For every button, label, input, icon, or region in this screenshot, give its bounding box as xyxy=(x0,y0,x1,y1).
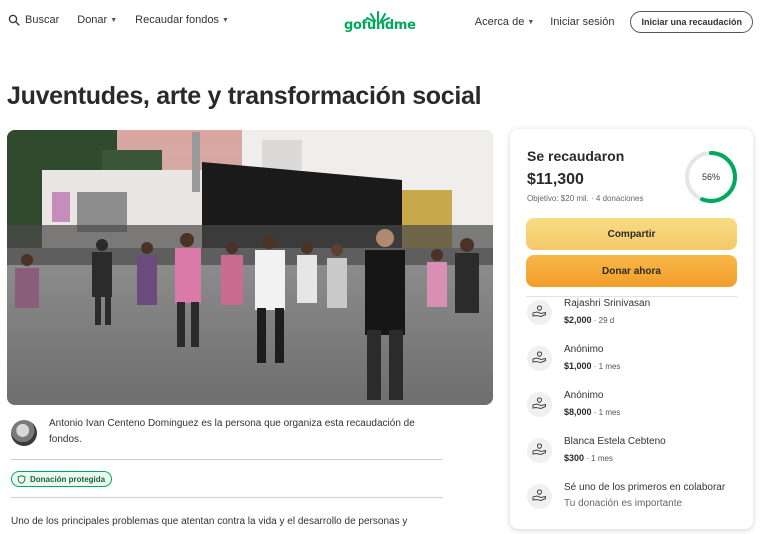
donation-card: Se recaudaron $11,300 Objetivo: $20 mil.… xyxy=(510,129,753,529)
donation-amount: $1,000 xyxy=(564,361,592,371)
donation-meta: $1,000 · 1 mes xyxy=(564,361,621,371)
search-link[interactable]: Buscar xyxy=(8,14,59,26)
donation-amount: $8,000 xyxy=(564,407,592,417)
donor-hands-icon xyxy=(527,392,552,417)
donor-name: Anónimo xyxy=(564,390,604,401)
protected-donation-badge[interactable]: Donación protegida xyxy=(11,471,113,487)
donation-amount: $2,000 xyxy=(564,315,592,325)
chevron-down-icon: ▼ xyxy=(110,16,118,24)
donor-hands-icon xyxy=(527,484,552,509)
divider xyxy=(11,459,443,460)
donate-now-button[interactable]: Donar ahora xyxy=(526,255,737,287)
donor-name: Rajashri Srinivasan xyxy=(564,298,651,309)
donate-menu[interactable]: Donar ▼ xyxy=(77,14,117,26)
donate-menu-label: Donar xyxy=(77,14,108,26)
about-menu-label: Acerca de xyxy=(474,16,525,28)
shield-icon xyxy=(17,474,26,484)
donation-item: Blanca Estela Cebteno $300 · 1 mes xyxy=(527,436,742,472)
fundraise-menu-label: Recaudar fondos xyxy=(135,14,219,26)
donor-hands-icon xyxy=(527,438,552,463)
divider xyxy=(526,296,737,297)
share-button[interactable]: Compartir xyxy=(526,218,737,250)
fundraise-menu[interactable]: Recaudar fondos ▼ xyxy=(135,14,229,26)
about-menu[interactable]: Acerca de ▼ xyxy=(475,16,534,28)
campaign-story: Uno de los principales problemas que ate… xyxy=(11,516,408,527)
raised-label: Se recaudaron xyxy=(527,148,625,164)
hero-photo xyxy=(7,130,493,405)
donation-time: 1 mes xyxy=(591,454,613,463)
progress-percent: 56% xyxy=(701,172,720,182)
search-label: Buscar xyxy=(25,14,60,26)
gofundme-logo[interactable]: gofundme xyxy=(344,10,418,36)
donation-meta: $2,000 · 29 d xyxy=(564,315,615,325)
donor-hands-icon xyxy=(527,346,552,371)
donation-time: 29 d xyxy=(598,316,615,325)
donor-name: Anónimo xyxy=(564,344,604,355)
donor-hands-icon xyxy=(527,300,552,325)
cta-title: Sé uno de los primeros en colaborar xyxy=(564,482,726,493)
chevron-down-icon: ▼ xyxy=(527,18,535,26)
goal-text: Objetivo: $20 mil. · 4 donaciones xyxy=(527,194,644,203)
login-label: Iniciar sesión xyxy=(550,16,615,28)
nav-right: Acerca de ▼ Iniciar sesión Iniciar una r… xyxy=(475,11,753,33)
donation-time: 1 mes xyxy=(598,408,621,417)
logo-text: gofundme xyxy=(344,18,416,33)
search-icon xyxy=(8,14,20,26)
organizer-avatar[interactable] xyxy=(11,420,37,446)
chevron-down-icon: ▼ xyxy=(221,16,229,24)
donation-meta: $8,000 · 1 mes xyxy=(564,407,621,417)
donation-amount: $300 xyxy=(564,453,585,463)
donation-item: Anónimo $8,000 · 1 mes xyxy=(527,390,742,426)
donation-item: Anónimo $1,000 · 1 mes xyxy=(527,344,742,380)
page-title: Juventudes, arte y transformación social xyxy=(7,82,482,110)
first-donor-cta[interactable]: Sé uno de los primeros en colaborar Tu d… xyxy=(527,482,742,518)
start-fundraiser-button[interactable]: Iniciar una recaudación xyxy=(630,11,753,33)
donation-time: 1 mes xyxy=(598,362,621,371)
campaign-hero-image[interactable] xyxy=(7,130,493,405)
cta-subtitle: Tu donación es importante xyxy=(564,498,683,509)
divider xyxy=(11,497,443,498)
donor-name: Blanca Estela Cebteno xyxy=(564,436,666,447)
organizer-text: Antonio Ivan Centeno Dominguez es la per… xyxy=(49,418,415,445)
login-link[interactable]: Iniciar sesión xyxy=(550,16,614,28)
top-nav: Buscar Donar ▼ Recaudar fondos ▼ gofundm… xyxy=(0,0,762,46)
badge-label: Donación protegida xyxy=(30,474,106,484)
nav-left: Buscar Donar ▼ Recaudar fondos ▼ xyxy=(8,14,247,26)
raised-amount: $11,300 xyxy=(527,171,584,188)
donation-item: Rajashri Srinivasan $2,000 · 29 d xyxy=(527,298,742,334)
donation-meta: $300 · 1 mes xyxy=(564,453,613,463)
